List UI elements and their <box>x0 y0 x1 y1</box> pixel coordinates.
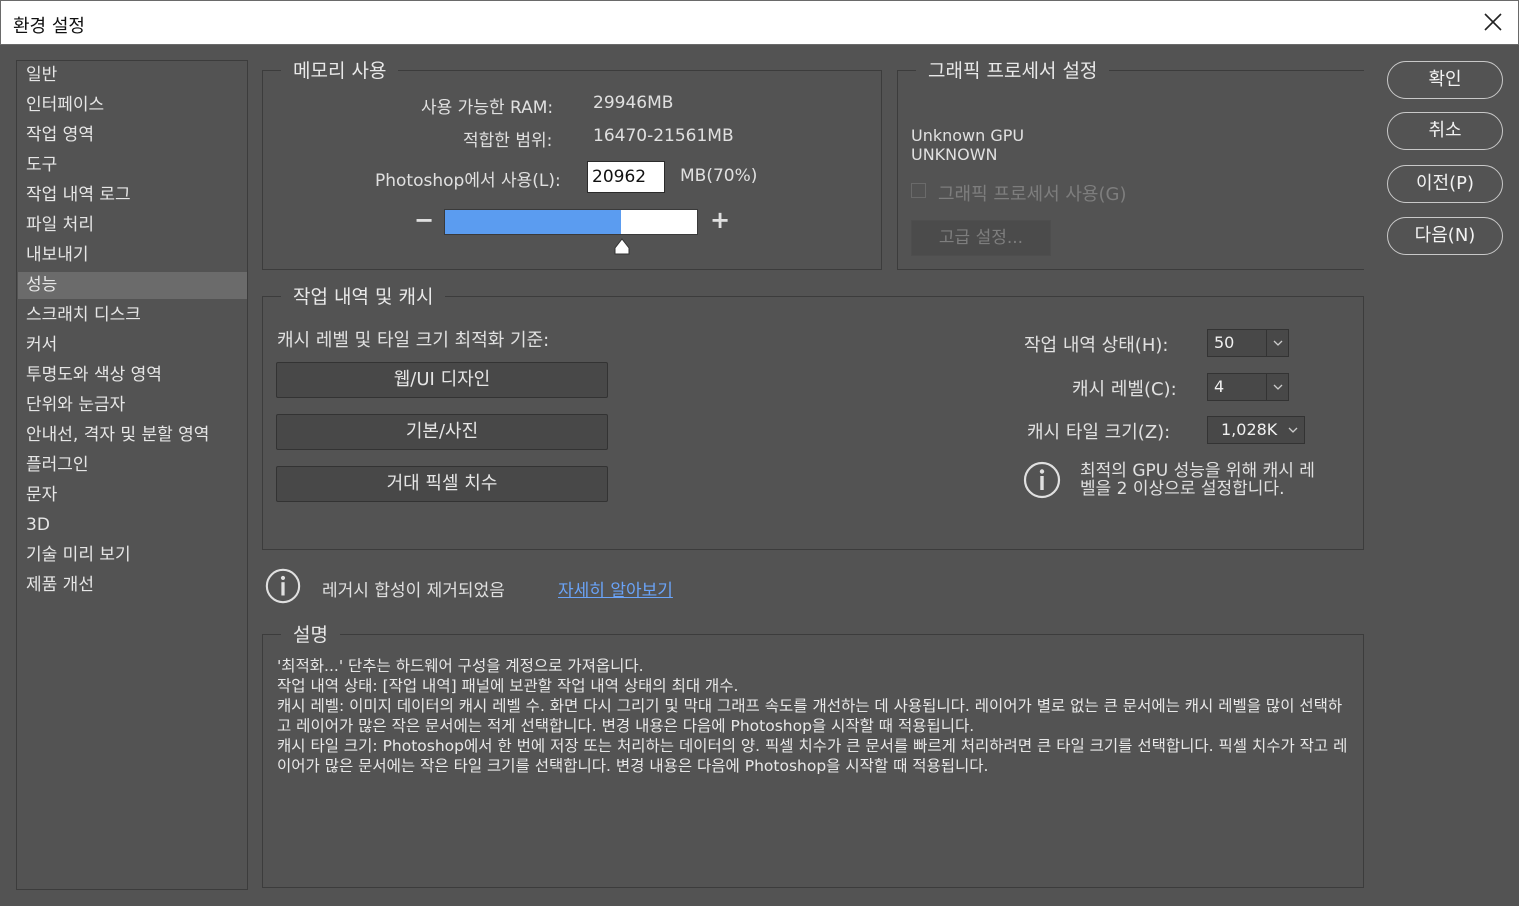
cancel-button[interactable]: 취소 <box>1387 112 1503 150</box>
photoshop-use-label: Photoshop에서 사용(L): <box>375 171 561 191</box>
preset-huge-pixel-button[interactable]: 거대 픽셀 치수 <box>276 466 608 502</box>
cache-levels-label: 캐시 레벨(C): <box>1072 379 1177 400</box>
preset-default-photo-button[interactable]: 기본/사진 <box>276 414 608 450</box>
use-gpu-checkbox[interactable] <box>911 183 926 198</box>
description-line: 작업 내역 상태: [작업 내역] 패널에 보관할 작업 내역 상태의 최대 개… <box>277 677 739 695</box>
gpu-cache-note-line2: 벨을 2 이상으로 설정합니다. <box>1080 479 1285 499</box>
legacy-compositing-notice: 레거시 합성이 제거되었음 <box>322 581 505 601</box>
available-ram-label: 사용 가능한 RAM: <box>421 98 554 118</box>
sidebar-item-guides-grid[interactable]: 안내선, 격자 및 분할 영역 <box>18 422 247 449</box>
sidebar-item-product-improvement[interactable]: 제품 개선 <box>18 572 247 599</box>
next-button[interactable]: 다음(N) <box>1387 217 1503 255</box>
window-title: 환경 설정 <box>13 16 85 37</box>
prev-button[interactable]: 이전(P) <box>1387 165 1503 203</box>
description-line: 캐시 레벨: 이미지 데이터의 캐시 레벨 수. 화면 다시 그리기 및 막대 … <box>277 697 1343 735</box>
cache-tile-size-label: 캐시 타일 크기(Z): <box>1027 422 1171 443</box>
gpu-settings-legend: 그래픽 프로세서 설정 <box>916 56 1110 83</box>
sidebar-item-history-log[interactable]: 작업 내역 로그 <box>18 182 247 209</box>
available-ram-value: 29946MB <box>593 93 674 113</box>
info-icon <box>265 568 301 604</box>
memory-use-unit: MB(70%) <box>680 166 758 186</box>
sidebar-item-plugins[interactable]: 플러그인 <box>18 452 247 479</box>
history-states-value: 50 <box>1214 333 1235 352</box>
history-states-select[interactable]: 50 <box>1207 329 1289 357</box>
info-icon <box>1023 461 1061 499</box>
cache-levels-value: 4 <box>1214 377 1225 396</box>
sidebar-item-export[interactable]: 내보내기 <box>18 242 247 269</box>
sidebar-item-interface[interactable]: 인터페이스 <box>18 92 247 119</box>
sidebar-item-workspace[interactable]: 작업 영역 <box>18 122 247 149</box>
use-gpu-label: 그래픽 프로세서 사용(G) <box>938 184 1127 205</box>
chevron-down-icon <box>1282 417 1304 443</box>
memory-slider-thumb[interactable] <box>613 238 631 256</box>
cache-tile-size-select[interactable]: 1,028K <box>1207 416 1305 444</box>
sidebar-item-cursors[interactable]: 커서 <box>18 332 247 359</box>
description-line: '최적화...' 단추는 하드웨어 구성을 계정으로 가져옵니다. <box>277 657 644 675</box>
advanced-settings-button[interactable]: 고급 설정... <box>911 220 1051 256</box>
history-states-label: 작업 내역 상태(H): <box>1024 335 1169 356</box>
chevron-down-icon <box>1266 330 1288 356</box>
description-legend: 설명 <box>281 620 340 647</box>
sidebar-item-tools[interactable]: 도구 <box>18 152 247 179</box>
sidebar-item-technology-previews[interactable]: 기술 미리 보기 <box>18 542 247 569</box>
sidebar-item-general[interactable]: 일반 <box>18 62 247 89</box>
memory-usage-legend: 메모리 사용 <box>281 56 399 83</box>
sidebar-item-units-rulers[interactable]: 단위와 눈금자 <box>18 392 247 419</box>
close-icon[interactable] <box>1482 11 1504 33</box>
memory-increase-button[interactable]: + <box>710 206 730 234</box>
sidebar-item-3d[interactable]: 3D <box>18 512 247 539</box>
preset-web-ui-button[interactable]: 웹/UI 디자인 <box>276 362 608 398</box>
gpu-name: Unknown GPU <box>911 126 1025 145</box>
gpu-vendor: UNKNOWN <box>911 145 998 164</box>
optimize-label: 캐시 레벨 및 타일 크기 최적화 기준: <box>277 330 550 351</box>
history-cache-legend: 작업 내역 및 캐시 <box>281 282 446 309</box>
sidebar-item-scratch-disks[interactable]: 스크래치 디스크 <box>18 302 247 329</box>
cache-tile-size-value: 1,028K <box>1221 420 1278 439</box>
preferences-sidebar: 일반 인터페이스 작업 영역 도구 작업 내역 로그 파일 처리 내보내기 성능… <box>16 60 248 890</box>
sidebar-item-type[interactable]: 문자 <box>18 482 247 509</box>
memory-usage-group: 메모리 사용 <box>262 56 882 270</box>
ok-button[interactable]: 확인 <box>1387 61 1503 99</box>
description-text: '최적화...' 단추는 하드웨어 구성을 계정으로 가져옵니다. 작업 내역 … <box>277 656 1352 776</box>
learn-more-link[interactable]: 자세히 알아보기 <box>558 576 673 601</box>
memory-slider-track[interactable] <box>444 209 698 235</box>
description-line: 캐시 타일 크기: Photoshop에서 한 번에 저장 또는 처리하는 데이… <box>277 737 1348 775</box>
cache-levels-select[interactable]: 4 <box>1207 373 1289 401</box>
chevron-down-icon <box>1266 374 1288 400</box>
ideal-range-label: 적합한 범위: <box>463 131 553 151</box>
sidebar-item-file-handling[interactable]: 파일 처리 <box>18 212 247 239</box>
ideal-range-value: 16470-21561MB <box>593 126 734 146</box>
memory-decrease-button[interactable]: − <box>414 206 434 234</box>
memory-use-input[interactable]: 20962 <box>587 161 665 193</box>
sidebar-item-transparency-gamut[interactable]: 투명도와 색상 영역 <box>18 362 247 389</box>
title-bar: 환경 설정 <box>0 0 1519 45</box>
memory-slider-fill <box>445 210 622 234</box>
sidebar-item-performance[interactable]: 성능 <box>18 272 247 299</box>
